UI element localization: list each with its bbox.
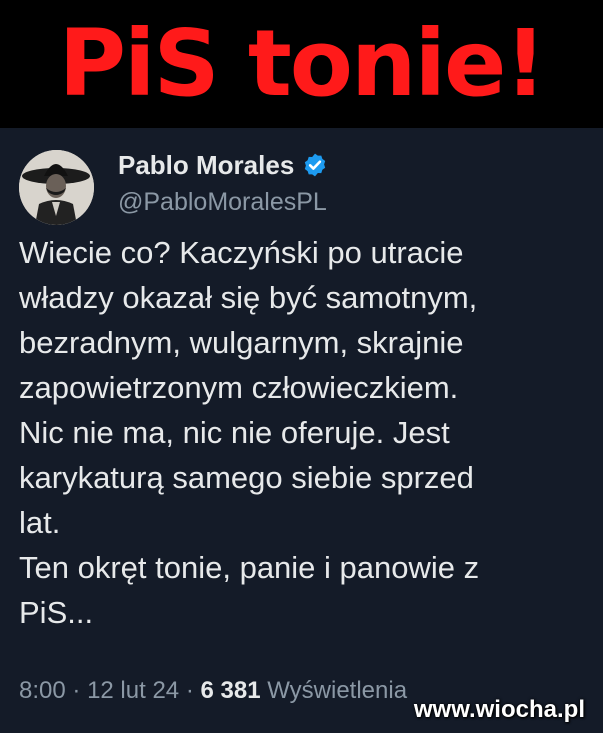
watermark: www.wiocha.pl — [413, 696, 585, 723]
tweet-date[interactable]: 12 lut 24 — [87, 677, 179, 704]
tweet-meta: 8:00 · 12 lut 24 · 6 381 Wyświetlenia — [19, 676, 407, 706]
author-name[interactable]: Pablo Morales — [118, 150, 294, 180]
headline-banner: PiS tonie! — [0, 0, 603, 128]
tweet-line: Ten okręt tonie, panie i panowie z — [19, 550, 480, 585]
avatar[interactable] — [19, 150, 94, 225]
separator-dot: · — [185, 677, 194, 704]
separator-dot: · — [72, 677, 81, 704]
tweet-time[interactable]: 8:00 — [19, 677, 66, 704]
tweet-line: zapowietrzonym człowieczkiem. — [19, 370, 459, 405]
tweet-line: PiS... — [19, 595, 94, 630]
verified-badge-icon — [305, 153, 326, 177]
author-handle[interactable]: @PabloMoralesPL — [118, 187, 327, 217]
author-row: Pablo Morales — [118, 150, 328, 180]
tweet-line: bezradnym, wulgarnym, skrajnie — [19, 325, 464, 360]
tweet-line: władzy okazał się być samotnym, — [19, 280, 478, 315]
headline-title: PiS tonie! — [58, 10, 547, 117]
tweet-card[interactable]: Pablo Morales @PabloMoralesPL Wiecie co?… — [0, 128, 603, 733]
tweet-line: Wiecie co? Kaczyński po utracie — [19, 235, 464, 270]
tweet-line: karykaturą samego siebie sprzed — [19, 460, 474, 495]
tweet-line: lat. — [19, 505, 61, 540]
avatar-image — [19, 150, 94, 225]
tweet-text: Wiecie co? Kaczyński po utracie władzy o… — [19, 230, 594, 635]
tweet-line: Nic nie ma, nic nie oferuje. Jest — [19, 415, 450, 450]
views-label: Wyświetlenia — [267, 677, 408, 704]
views-count: 6 381 — [200, 677, 261, 704]
